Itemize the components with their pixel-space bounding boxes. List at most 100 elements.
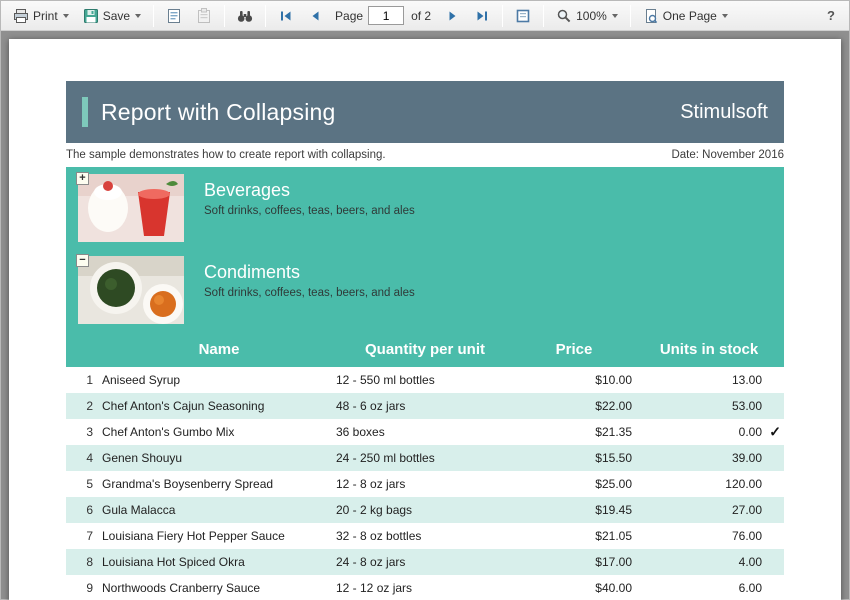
last-page-icon xyxy=(474,8,490,24)
save-button[interactable]: Save xyxy=(77,4,147,28)
report-subtitle-row: The sample demonstrates how to create re… xyxy=(66,149,784,161)
parameters-button[interactable] xyxy=(190,4,218,28)
table-row: 9 Northwoods Cranberry Sauce 12 - 12 oz … xyxy=(66,575,784,600)
column-header-stock: Units in stock xyxy=(634,341,784,358)
row-quantity: 12 - 12 oz jars xyxy=(336,581,514,595)
row-price: $21.05 xyxy=(514,529,634,543)
row-quantity: 24 - 250 ml bottles xyxy=(336,451,514,465)
view-mode-button[interactable]: One Page xyxy=(637,4,734,28)
next-page-icon xyxy=(444,8,460,24)
row-number: 1 xyxy=(66,373,102,387)
row-quantity: 12 - 8 oz jars xyxy=(336,477,514,491)
category-text: Beverages Soft drinks, coffees, teas, be… xyxy=(204,174,415,217)
row-price: $22.00 xyxy=(514,399,634,413)
row-name: Northwoods Cranberry Sauce xyxy=(102,581,336,595)
row-stock: 13.00 xyxy=(732,373,762,387)
page-total-label: of 2 xyxy=(406,9,436,23)
column-header-quantity: Quantity per unit xyxy=(336,341,514,358)
row-stock: 4.00 xyxy=(739,555,762,569)
row-name: Chef Anton's Gumbo Mix xyxy=(102,425,336,439)
prev-page-icon xyxy=(308,8,324,24)
last-page-button[interactable] xyxy=(468,4,496,28)
bookmarks-button[interactable] xyxy=(160,4,188,28)
table-header-row: Name Quantity per unit Price Units in st… xyxy=(66,331,784,367)
save-label: Save xyxy=(103,9,130,23)
separator xyxy=(265,5,266,27)
editor-icon xyxy=(515,8,531,24)
print-label: Print xyxy=(33,9,58,23)
row-price: $21.35 xyxy=(514,425,634,439)
report-title: Report with Collapsing xyxy=(101,99,680,126)
row-price: $25.00 xyxy=(514,477,634,491)
row-stock-wrap: 6.00 ✓ xyxy=(634,581,784,595)
row-stock-wrap: 120.00 ✓ xyxy=(634,477,784,491)
report-description: The sample demonstrates how to create re… xyxy=(66,149,386,161)
row-quantity: 32 - 8 oz bottles xyxy=(336,529,514,543)
row-stock-wrap: 4.00 ✓ xyxy=(634,555,784,569)
next-page-button[interactable] xyxy=(438,4,466,28)
row-number: 7 xyxy=(66,529,102,543)
row-number: 4 xyxy=(66,451,102,465)
category-row-beverages: + Beverages Soft drinks, coffees, teas, … xyxy=(66,167,784,249)
print-button[interactable]: Print xyxy=(7,4,75,28)
row-number: 3 xyxy=(66,425,102,439)
table-row: 7 Louisiana Fiery Hot Pepper Sauce 32 - … xyxy=(66,523,784,549)
first-page-icon xyxy=(278,8,294,24)
row-quantity: 12 - 550 ml bottles xyxy=(336,373,514,387)
row-number: 5 xyxy=(66,477,102,491)
editor-button[interactable] xyxy=(509,4,537,28)
help-button[interactable]: ? xyxy=(819,6,843,25)
viewer-area[interactable]: Report with Collapsing Stimulsoft The sa… xyxy=(1,31,849,600)
page-number-input[interactable] xyxy=(368,6,404,25)
report-date: Date: November 2016 xyxy=(671,149,784,161)
find-button[interactable] xyxy=(231,4,259,28)
beverages-image: + xyxy=(78,174,184,242)
brand-name: Stimulsoft xyxy=(680,101,768,124)
report-header-band: Report with Collapsing Stimulsoft xyxy=(66,81,784,143)
row-stock-wrap: 13.00 ✓ xyxy=(634,373,784,387)
row-price: $10.00 xyxy=(514,373,634,387)
row-price: $40.00 xyxy=(514,581,634,595)
row-stock-wrap: 76.00 ✓ xyxy=(634,529,784,543)
accent-bar xyxy=(82,97,88,127)
view-mode-caret-icon xyxy=(722,14,728,18)
prev-page-button[interactable] xyxy=(302,4,330,28)
collapse-icon[interactable]: − xyxy=(76,254,89,267)
condiments-image: − xyxy=(78,256,184,324)
column-header-name: Name xyxy=(102,341,336,358)
clipboard-icon xyxy=(196,8,212,24)
viewer-toolbar: Print Save xyxy=(1,1,849,31)
expand-icon[interactable]: + xyxy=(76,172,89,185)
separator xyxy=(502,5,503,27)
save-icon xyxy=(83,8,99,24)
table-row: 2 Chef Anton's Cajun Seasoning 48 - 6 oz… xyxy=(66,393,784,419)
category-name: Beverages xyxy=(204,180,415,201)
table-row: 4 Genen Shouyu 24 - 250 ml bottles $15.5… xyxy=(66,445,784,471)
row-number: 9 xyxy=(66,581,102,595)
view-mode-label: One Page xyxy=(663,9,717,23)
row-quantity: 24 - 8 oz jars xyxy=(336,555,514,569)
row-stock: 53.00 xyxy=(732,399,762,413)
magnifier-icon xyxy=(556,8,572,24)
zoom-button[interactable]: 100% xyxy=(550,4,624,28)
printer-icon xyxy=(13,8,29,24)
separator xyxy=(543,5,544,27)
row-quantity: 36 boxes xyxy=(336,425,514,439)
row-price: $15.50 xyxy=(514,451,634,465)
save-caret-icon xyxy=(135,14,141,18)
table-row: 1 Aniseed Syrup 12 - 550 ml bottles $10.… xyxy=(66,367,784,393)
first-page-button[interactable] xyxy=(272,4,300,28)
row-number: 2 xyxy=(66,399,102,413)
table-row: 8 Louisiana Hot Spiced Okra 24 - 8 oz ja… xyxy=(66,549,784,575)
row-name: Genen Shouyu xyxy=(102,451,336,465)
row-stock: 0.00 xyxy=(739,425,762,439)
row-stock-wrap: 0.00 ✓ xyxy=(634,425,784,439)
table-body: 1 Aniseed Syrup 12 - 550 ml bottles $10.… xyxy=(66,367,784,600)
bookmarks-icon xyxy=(166,8,182,24)
row-name: Chef Anton's Cajun Seasoning xyxy=(102,399,336,413)
row-quantity: 48 - 6 oz jars xyxy=(336,399,514,413)
binoculars-icon xyxy=(237,8,253,24)
row-stock: 39.00 xyxy=(732,451,762,465)
row-stock: 27.00 xyxy=(732,503,762,517)
row-stock: 76.00 xyxy=(732,529,762,543)
